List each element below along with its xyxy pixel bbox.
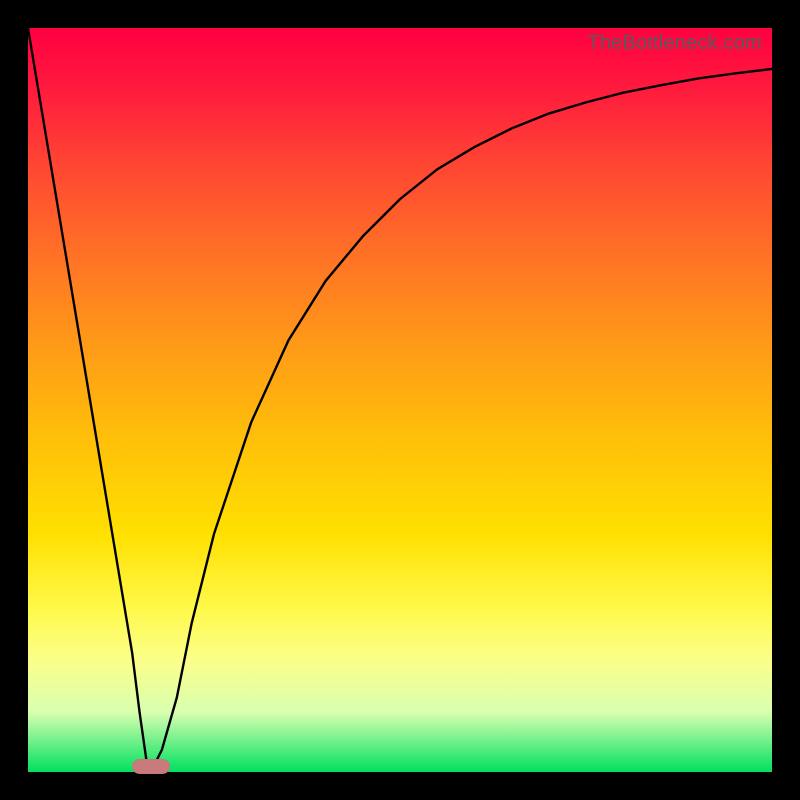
bottleneck-curve: [28, 28, 772, 772]
chart-frame: TheBottleneck.com: [0, 0, 800, 800]
plot-area: TheBottleneck.com: [28, 28, 772, 772]
optimal-point-marker: [132, 759, 170, 774]
